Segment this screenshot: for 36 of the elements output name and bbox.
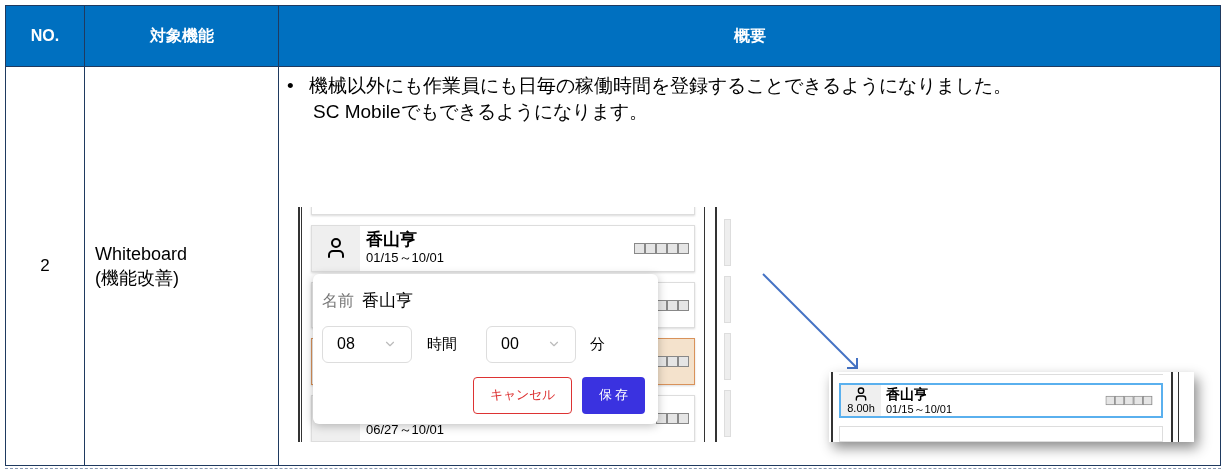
column-divider (1171, 372, 1179, 442)
bullet: • (287, 74, 295, 98)
card[interactable]: 香山亨 01/15～10/01 (311, 224, 695, 272)
card (724, 333, 731, 380)
minutes-unit: 分 (590, 333, 605, 354)
square-markers-drawing (656, 413, 690, 425)
card-name: 香山亨 (366, 230, 418, 251)
person-icon (853, 386, 869, 402)
card (724, 390, 731, 437)
hours-unit: 時間 (427, 333, 457, 354)
feature-text: Whiteboard (95, 243, 189, 266)
card-dates: 01/15～10/01 (886, 402, 954, 416)
name-value: 香山亨 (362, 290, 413, 312)
hours-text: 8.00h (847, 402, 875, 415)
save-button[interactable]: 保 存 (582, 376, 645, 414)
square-markers-drawing (634, 242, 690, 254)
square-markers-drawing (656, 356, 690, 368)
name-label: 名前 (322, 291, 354, 311)
column-header: 対象機能 (85, 6, 279, 66)
summary-text: SC Mobileでもできるようになります。 (312, 100, 649, 124)
card-dates: 01/15～10/01 (366, 250, 446, 267)
minutes-select[interactable]: 00 (486, 325, 576, 363)
square-markers-drawing (1105, 395, 1154, 406)
table-cell-text: 2 (40, 255, 50, 278)
hours-select[interactable]: 08 (322, 325, 412, 363)
feature-text: (機能改善) (95, 267, 180, 290)
summary-text: 機械以外にも作業員にも日毎の稼働時間を登録することできるようになりました。 (309, 74, 1012, 98)
card-dates: 06/27～10/01 (366, 421, 446, 438)
card (724, 219, 731, 266)
square-markers-drawing (656, 299, 690, 311)
cancel-button[interactable]: キャンセル (473, 376, 572, 414)
column-header: NO. (6, 6, 85, 66)
column-header: 概要 (732, 26, 767, 46)
card-name: 香山亨 (886, 385, 929, 403)
card[interactable]: 8.00h 香山亨 01/15～10/01 (839, 383, 1163, 418)
card (724, 276, 731, 323)
